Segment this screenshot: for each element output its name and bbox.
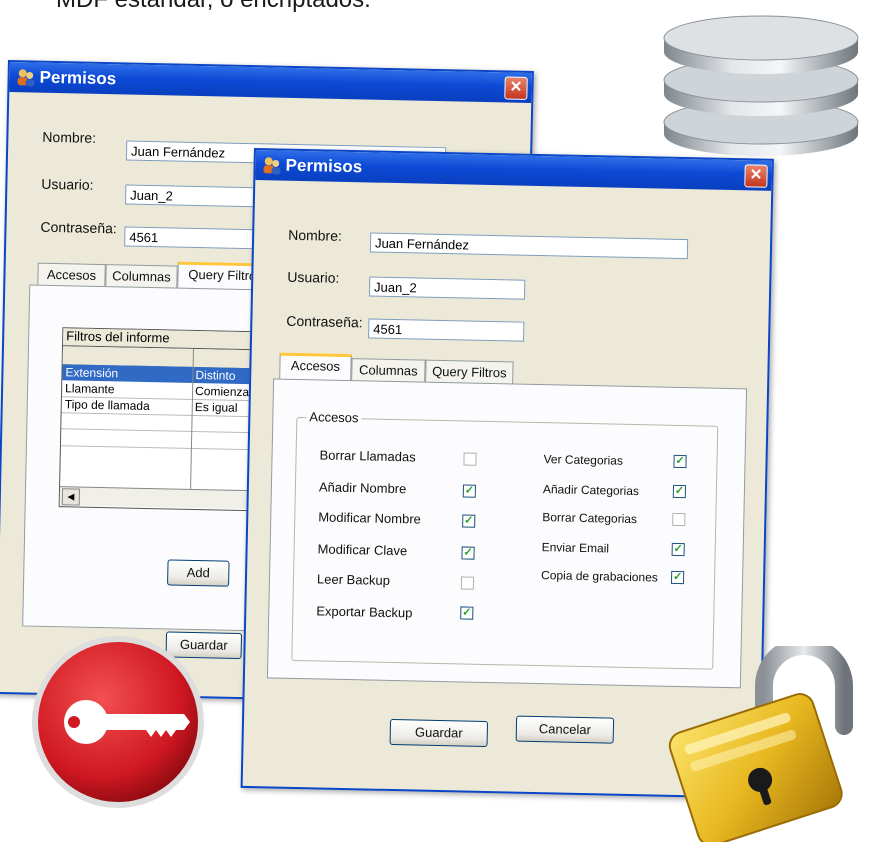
perm-checkbox[interactable]: ✓ [673, 454, 687, 469]
tab-columnas[interactable]: Columnas [105, 264, 178, 288]
perm-label: Enviar Email [541, 540, 610, 556]
tab-accesos[interactable]: Accesos [279, 352, 352, 381]
window-title: Permisos [39, 67, 117, 89]
nombre-field[interactable]: Juan Fernández [369, 232, 689, 260]
cancel-button[interactable]: Cancelar [515, 715, 615, 744]
nombre-label: Nombre: [288, 226, 343, 244]
grid-cell: Comienza [194, 383, 250, 400]
usuario-field[interactable]: Juan_2 [368, 276, 526, 300]
key-icon [32, 636, 204, 808]
password-label: Contraseña: [286, 312, 363, 331]
perm-label: Copia de grabaciones [540, 568, 658, 585]
perm-label: Borrar Llamadas [319, 447, 416, 465]
perm-checkbox[interactable]: ✓ [672, 484, 687, 499]
usuario-label: Usuario: [287, 268, 340, 286]
perm-checkbox[interactable] [672, 512, 686, 527]
grid-cell: Es igual [194, 399, 238, 415]
scroll-left-icon[interactable]: ◀ [61, 488, 81, 506]
lock-icon [668, 646, 853, 842]
tab-columnas[interactable]: Columnas [351, 358, 426, 382]
save-button[interactable]: Guardar [389, 718, 489, 748]
perm-label: Añadir Nombre [318, 479, 407, 497]
titlebar: Permisos ✕ [9, 62, 532, 103]
perm-checkbox[interactable]: ✓ [671, 542, 685, 557]
close-button[interactable]: ✕ [504, 76, 528, 100]
add-button[interactable]: Add [167, 559, 230, 587]
grid-cell: Extensión [65, 365, 119, 381]
nombre-label: Nombre: [42, 128, 97, 146]
password-field[interactable]: 4561 [368, 318, 525, 342]
header-text: MDF estándar, o encriptados. [56, 0, 371, 14]
database-icon [663, 15, 859, 156]
users-icon [263, 157, 281, 175]
perm-checkbox[interactable]: ✓ [460, 606, 474, 620]
perm-label: Exportar Backup [316, 603, 413, 621]
perm-label: Modificar Nombre [318, 509, 422, 527]
usuario-label: Usuario: [41, 175, 94, 193]
perm-label: Borrar Categorias [542, 510, 638, 527]
grid-cell: Tipo de llamada [64, 397, 150, 414]
window-title: Permisos [285, 155, 363, 177]
tab-query-filtros[interactable]: Query Filtros [425, 359, 514, 384]
perm-checkbox[interactable] [460, 576, 475, 590]
group-title: Accesos [306, 409, 362, 426]
perm-label: Leer Backup [316, 571, 391, 588]
grid-cell: Distinto [195, 367, 236, 383]
perm-label: Añadir Categorias [542, 482, 640, 499]
tab-accesos[interactable]: Accesos [37, 262, 106, 287]
perm-checkbox[interactable]: ✓ [461, 546, 475, 560]
perm-checkbox[interactable]: ✓ [670, 570, 685, 585]
perm-label: Ver Categorias [543, 452, 624, 468]
password-label: Contraseña: [40, 218, 117, 237]
close-button[interactable]: ✕ [744, 164, 768, 188]
grid-cell: Llamante [64, 381, 115, 397]
perm-checkbox[interactable]: ✓ [462, 514, 476, 528]
perm-label: Modificar Clave [317, 541, 408, 559]
perm-checkbox[interactable]: ✓ [462, 484, 476, 498]
perm-checkbox[interactable] [463, 452, 477, 466]
users-icon [17, 69, 35, 87]
